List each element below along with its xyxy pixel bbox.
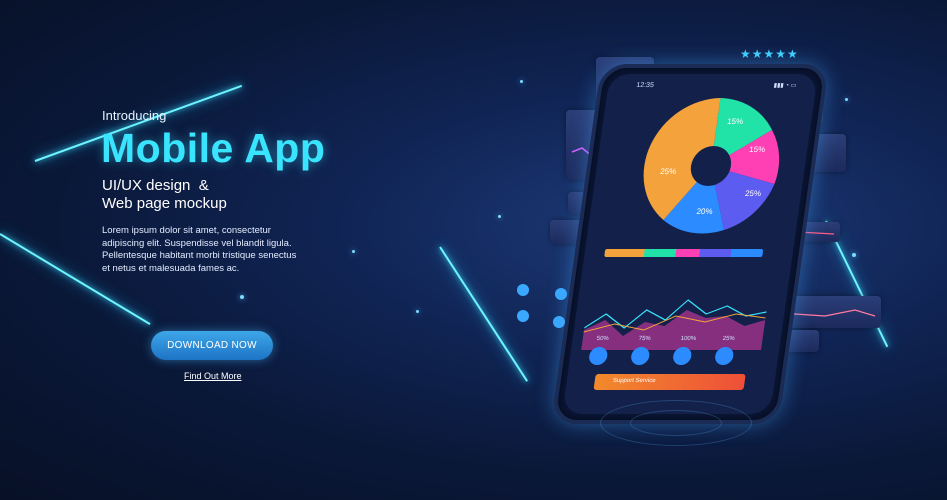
donut-label-3: 25% xyxy=(660,167,677,176)
sparkle xyxy=(416,310,419,313)
sparkle xyxy=(520,80,523,83)
donut-label-2: 15% xyxy=(749,145,766,154)
donut-chart: 15% 15% 25% 25% 20% xyxy=(631,96,791,236)
find-out-more-link[interactable]: Find Out More xyxy=(184,371,242,381)
hero-intro: Introducing xyxy=(102,108,167,123)
donut-label-5: 20% xyxy=(696,207,713,216)
hero-body: Lorem ipsum dolor sit amet, consectetur … xyxy=(102,225,297,274)
hero-subtitle-line1: UI/UX design & xyxy=(102,177,209,194)
support-service-label: Support Service xyxy=(612,378,656,384)
rating-stars: ★★★★★ xyxy=(740,47,799,61)
stat-percent-3: 100% xyxy=(680,336,697,342)
hero-section: Introducing Mobile App UI/UX design & We… xyxy=(101,108,421,275)
sparkle xyxy=(852,253,856,257)
donut-label-4: 25% xyxy=(744,189,761,198)
base-ring-inner xyxy=(630,410,722,436)
signal-battery-icon: ▮▮▮ ◔ ▭ xyxy=(773,83,797,89)
status-time: 12:35 xyxy=(635,82,655,89)
stat-percent-4: 25% xyxy=(722,336,736,342)
color-band xyxy=(604,249,764,257)
stat-pie-icons xyxy=(589,347,734,365)
donut-label-1: 15% xyxy=(727,117,744,126)
hero-subtitle-line2: Web page mockup xyxy=(102,195,227,212)
donut-chart-svg: 15% 15% 25% 25% 20% xyxy=(643,98,780,234)
phone-screen: 12:35 ▮▮▮ ◔ ▭ 15% 15% 25% 25% 20% 50% 75… xyxy=(562,74,818,414)
sparkle xyxy=(240,295,244,299)
sparkle xyxy=(498,215,501,218)
hero-title: Mobile App xyxy=(101,125,326,171)
hero-subtitle: UI/UX design & Web page mockup xyxy=(102,177,421,213)
sparkle xyxy=(845,98,848,101)
stat-percent-row: 50% 75% 100% 25% xyxy=(586,336,761,370)
download-now-button[interactable]: DOWNLOAD NOW xyxy=(151,331,273,360)
stat-percent-2: 75% xyxy=(638,336,652,342)
stat-percent-1: 50% xyxy=(596,336,610,342)
